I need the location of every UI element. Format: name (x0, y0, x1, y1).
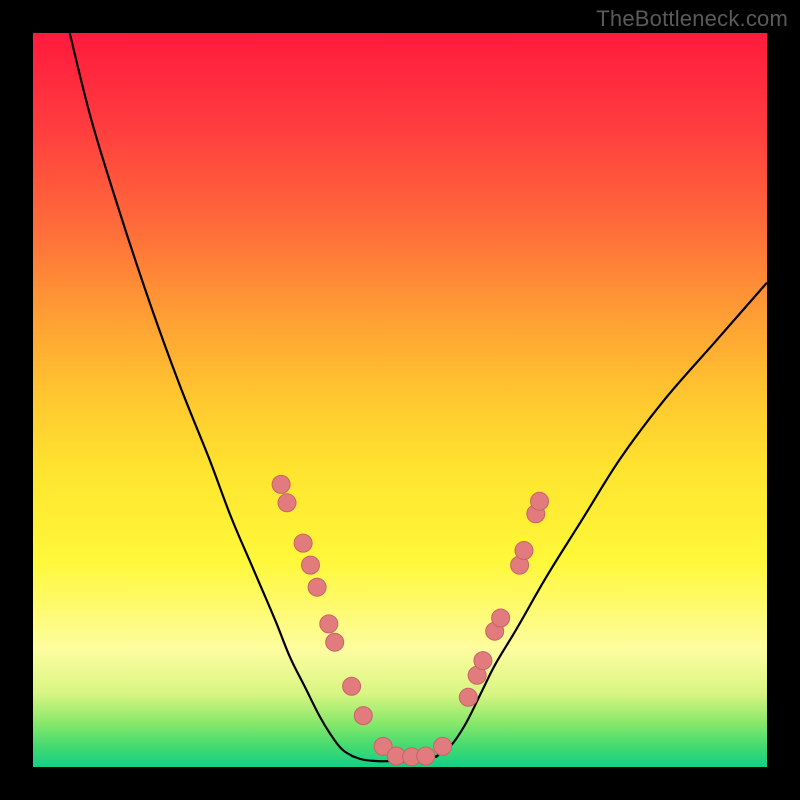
watermark-text: TheBottleneck.com (596, 6, 788, 32)
data-dot (492, 609, 510, 627)
data-dot (302, 556, 320, 574)
data-dot (434, 737, 452, 755)
data-dot (474, 652, 492, 670)
data-dot (326, 633, 344, 651)
data-dot (308, 578, 326, 596)
bottleneck-curve (70, 33, 767, 761)
data-dot (515, 542, 533, 560)
data-dot (459, 688, 477, 706)
chart-svg (33, 33, 767, 767)
data-dot (294, 534, 312, 552)
data-dot (278, 494, 296, 512)
curve-group (70, 33, 767, 761)
data-dot (272, 475, 290, 493)
data-dot (354, 707, 372, 725)
data-dot (320, 615, 338, 633)
data-dot (343, 677, 361, 695)
plot-area (33, 33, 767, 767)
outer-frame: TheBottleneck.com (0, 0, 800, 800)
data-dot (531, 492, 549, 510)
data-dots (272, 475, 548, 765)
data-dot (417, 747, 435, 765)
